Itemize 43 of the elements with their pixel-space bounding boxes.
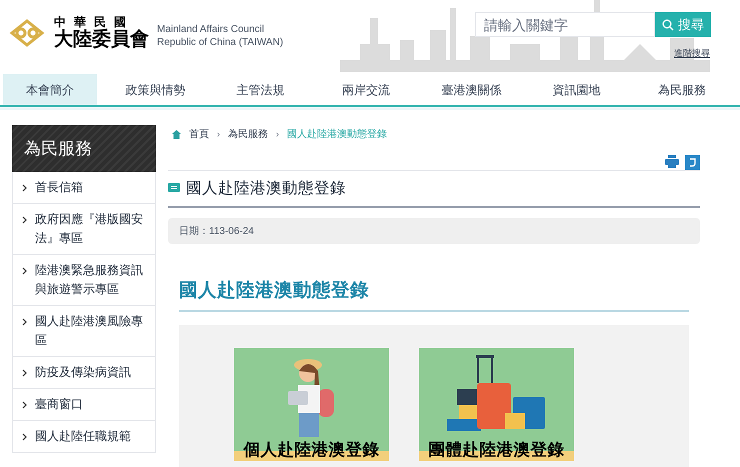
date-bar: 日期：113-06-24 — [168, 218, 700, 244]
registration-card[interactable]: 個人赴陸港澳登錄 — [234, 348, 389, 462]
sidebar-item[interactable]: 國人赴陸港澳風險專區 — [12, 306, 156, 357]
chevron-icon — [22, 318, 27, 326]
logo-title: 大陸委員會 — [54, 30, 149, 49]
chevron-icon — [22, 267, 27, 275]
logo-icon — [8, 18, 46, 48]
breadcrumb-separator: › — [217, 128, 220, 141]
breadcrumb-link[interactable]: 首頁 — [189, 127, 209, 142]
sidebar-item[interactable]: 臺商窗口 — [12, 389, 156, 421]
sidebar-item[interactable]: 首長信箱 — [12, 172, 156, 204]
chevron-icon — [22, 216, 27, 224]
chevron-icon — [22, 369, 27, 377]
chevron-icon — [22, 184, 27, 192]
nav-tab[interactable]: 本會簡介 — [3, 74, 98, 105]
english-name: Mainland Affairs Council — [157, 24, 266, 36]
home-icon — [172, 130, 181, 139]
registration-card[interactable]: 團體赴陸港澳登錄 — [419, 348, 574, 462]
nav-tab[interactable]: 主管法規 — [214, 74, 308, 105]
nav-tab[interactable]: 為民服務 — [634, 74, 729, 105]
breadcrumb-link[interactable]: 為民服務 — [228, 127, 268, 142]
back-icon[interactable] — [685, 155, 700, 170]
sidebar-item[interactable]: 陸港澳緊急服務資訊與旅遊警示專區 — [12, 255, 156, 306]
sidebar-item[interactable]: 防疫及傳染病資訊 — [12, 357, 156, 389]
advanced-search-link[interactable]: 進階搜尋 — [674, 47, 710, 60]
sidebar-item[interactable]: 政府因應『港版國安法』專區 — [12, 204, 156, 255]
breadcrumb-separator: › — [276, 128, 279, 141]
search-field[interactable]: 請輸入關鍵字 — [475, 12, 655, 37]
search-icon — [662, 18, 674, 30]
nav-tab[interactable]: 兩岸交流 — [318, 74, 414, 105]
article-heading: 國人赴陸港澳動態登錄 — [179, 279, 369, 300]
sidebar-title: 為民服務 — [12, 125, 156, 172]
sidebar-item[interactable]: 國人赴陸任職規範 — [12, 421, 156, 453]
chevron-icon — [22, 433, 27, 441]
nav-tab[interactable]: 臺港澳關係 — [424, 74, 518, 105]
chevron-icon — [22, 401, 27, 409]
logo-title-top: 中華民國 — [54, 16, 135, 28]
page-title: 國人赴陸港澳動態登錄 — [186, 179, 346, 199]
nav-tab[interactable]: 政策與情勢 — [108, 74, 203, 105]
nav-tab[interactable]: 資訊園地 — [529, 74, 624, 105]
english-subtitle: Republic of China (TAIWAN) — [157, 36, 284, 49]
message-icon — [168, 183, 180, 194]
print-icon[interactable] — [665, 155, 679, 168]
